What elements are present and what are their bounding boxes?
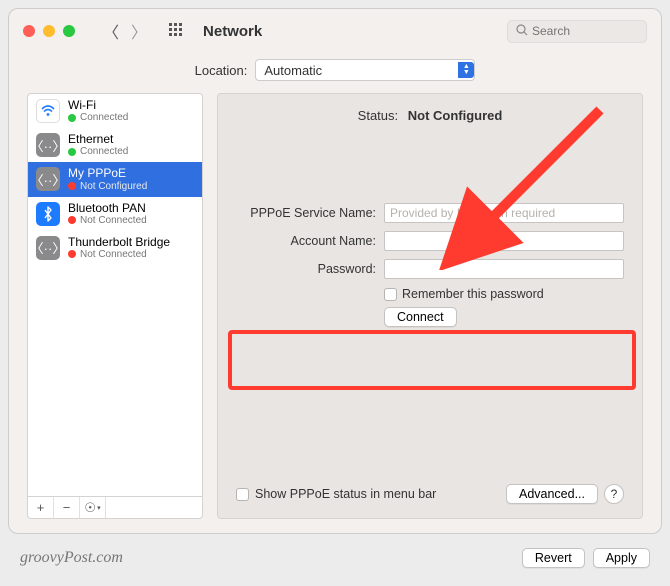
location-value: Automatic bbox=[264, 63, 322, 78]
status-label: Status: bbox=[358, 108, 398, 123]
account-name-input[interactable] bbox=[384, 231, 624, 251]
search-field[interactable] bbox=[507, 20, 647, 43]
pppoe-service-row: PPPoE Service Name: bbox=[236, 203, 624, 223]
show-status-checkbox[interactable] bbox=[236, 488, 249, 501]
status-dot bbox=[68, 182, 76, 190]
status-dot bbox=[68, 114, 76, 122]
service-status: Connected bbox=[80, 146, 128, 157]
ethernet-icon: 〈··〉 bbox=[36, 167, 60, 191]
show-all-icon[interactable] bbox=[169, 23, 185, 39]
main-panel: Status: Not Configured PPPoE Service Nam… bbox=[217, 93, 643, 519]
chevron-updown-icon: ▲▼ bbox=[458, 62, 474, 78]
apply-button[interactable]: Apply bbox=[593, 548, 650, 568]
sidebar-footer-buttons: + − ☉▾ bbox=[27, 497, 203, 519]
ethernet-icon: 〈··〉 bbox=[36, 236, 60, 260]
traffic-lights bbox=[23, 25, 75, 37]
sidebar-item-ethernet[interactable]: 〈··〉 Ethernet Connected bbox=[28, 128, 202, 162]
ethernet-icon: 〈··〉 bbox=[36, 133, 60, 157]
service-status: Not Connected bbox=[80, 215, 147, 226]
zoom-button[interactable] bbox=[63, 25, 75, 37]
status-row: Status: Not Configured bbox=[236, 108, 624, 123]
window-title: Network bbox=[203, 23, 262, 40]
revert-button[interactable]: Revert bbox=[522, 548, 585, 568]
search-icon bbox=[516, 24, 528, 39]
service-status: Connected bbox=[80, 112, 128, 123]
pppoe-service-input[interactable] bbox=[384, 203, 624, 223]
remember-password-checkbox[interactable] bbox=[384, 288, 397, 301]
location-label: Location: bbox=[195, 63, 248, 78]
remember-password-row: Remember this password bbox=[384, 287, 624, 301]
back-button[interactable]: 〈 bbox=[103, 19, 119, 43]
service-list[interactable]: Wi-Fi Connected 〈··〉 Ethernet Connected … bbox=[27, 93, 203, 497]
sidebar-item-bluetooth[interactable]: Bluetooth PAN Not Connected bbox=[28, 197, 202, 231]
service-status: Not Configured bbox=[80, 181, 147, 192]
connect-button[interactable]: Connect bbox=[384, 307, 457, 327]
minimize-button[interactable] bbox=[43, 25, 55, 37]
service-name: Ethernet bbox=[68, 133, 128, 146]
pppoe-service-label: PPPoE Service Name: bbox=[236, 206, 376, 220]
service-options-button[interactable]: ☉▾ bbox=[80, 497, 106, 518]
service-name: Wi-Fi bbox=[68, 99, 128, 112]
nav-buttons: 〈 〉 bbox=[103, 19, 147, 43]
preferences-window: 〈 〉 Network Location: Automatic ▲▼ bbox=[8, 8, 662, 534]
password-row: Password: bbox=[236, 259, 624, 279]
service-name: My PPPoE bbox=[68, 167, 147, 180]
close-button[interactable] bbox=[23, 25, 35, 37]
password-label: Password: bbox=[236, 262, 376, 276]
main-footer: Show PPPoE status in menu bar Advanced..… bbox=[236, 484, 624, 504]
status-dot bbox=[68, 250, 76, 258]
search-input[interactable] bbox=[532, 24, 638, 38]
help-button[interactable]: ? bbox=[604, 484, 624, 504]
sidebar-item-thunderbolt[interactable]: 〈··〉 Thunderbolt Bridge Not Connected bbox=[28, 231, 202, 265]
remember-password-label: Remember this password bbox=[402, 287, 544, 301]
location-select[interactable]: Automatic ▲▼ bbox=[255, 59, 475, 81]
password-input[interactable] bbox=[384, 259, 624, 279]
advanced-button[interactable]: Advanced... bbox=[506, 484, 598, 504]
account-name-row: Account Name: bbox=[236, 231, 624, 251]
wifi-icon bbox=[36, 99, 60, 123]
status-dot bbox=[68, 148, 76, 156]
service-sidebar: Wi-Fi Connected 〈··〉 Ethernet Connected … bbox=[27, 93, 203, 519]
status-value: Not Configured bbox=[408, 108, 503, 123]
status-dot bbox=[68, 216, 76, 224]
sidebar-item-wifi[interactable]: Wi-Fi Connected bbox=[28, 94, 202, 128]
brand-watermark: groovyPost.com bbox=[20, 549, 123, 567]
account-name-label: Account Name: bbox=[236, 234, 376, 248]
forward-button[interactable]: 〉 bbox=[131, 19, 147, 43]
service-status: Not Connected bbox=[80, 249, 147, 260]
sidebar-item-pppoe[interactable]: 〈··〉 My PPPoE Not Configured bbox=[28, 162, 202, 196]
page-footer: groovyPost.com Revert Apply bbox=[0, 542, 670, 574]
location-row: Location: Automatic ▲▼ bbox=[9, 53, 661, 93]
service-name: Thunderbolt Bridge bbox=[68, 236, 170, 249]
show-status-label: Show PPPoE status in menu bar bbox=[255, 487, 436, 501]
add-service-button[interactable]: + bbox=[28, 497, 54, 518]
service-name: Bluetooth PAN bbox=[68, 202, 147, 215]
bluetooth-icon bbox=[36, 202, 60, 226]
annotation-highlight-box bbox=[228, 330, 636, 390]
remove-service-button[interactable]: − bbox=[54, 497, 80, 518]
titlebar: 〈 〉 Network bbox=[9, 9, 661, 53]
